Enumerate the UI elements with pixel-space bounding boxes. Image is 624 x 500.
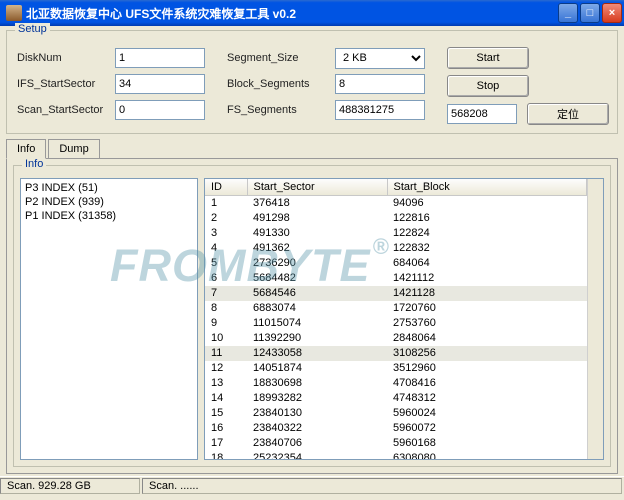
info-legend: Info (22, 158, 46, 170)
status-scan-size: Scan. 929.28 GB (0, 478, 140, 494)
table-row[interactable]: 13188306984708416 (205, 376, 587, 391)
tab-strip: Info Dump (6, 138, 618, 158)
table-row[interactable]: 10113922902848064 (205, 331, 587, 346)
table-row[interactable]: 16238403225960072 (205, 421, 587, 436)
status-scan-progress: Scan. ...... (142, 478, 622, 494)
segment-size-select[interactable]: 2 KB (335, 48, 425, 69)
block-segments-label: Block_Segments (227, 78, 327, 90)
table-row[interactable]: 9110150742753760 (205, 316, 587, 331)
start-button[interactable]: Start (447, 47, 529, 69)
block-segments-input[interactable] (335, 74, 425, 94)
scan-startsector-label: Scan_StartSector (17, 104, 107, 116)
col-start-block[interactable]: Start_Block (387, 179, 587, 196)
setup-legend: Setup (15, 23, 50, 35)
tab-info[interactable]: Info (6, 139, 46, 159)
table-row[interactable]: 12140518743512960 (205, 361, 587, 376)
scan-startsector-input[interactable] (115, 100, 205, 120)
ifs-startsector-label: IFS_StartSector (17, 78, 107, 90)
tab-dump[interactable]: Dump (48, 139, 99, 159)
table-row[interactable]: 868830741720760 (205, 301, 587, 316)
fs-segments-label: FS_Segments (227, 104, 327, 116)
list-item[interactable]: P1 INDEX (31358) (23, 209, 195, 223)
col-start-sector[interactable]: Start_Sector (247, 179, 387, 196)
table-row[interactable]: 137641894096 (205, 196, 587, 211)
table-row[interactable]: 3491330122824 (205, 226, 587, 241)
table-row[interactable]: 656844821421112 (205, 271, 587, 286)
window-title: 北亚数据恢复中心 UFS文件系统灾难恢复工具 v0.2 (26, 5, 558, 22)
segment-size-label: Segment_Size (227, 52, 327, 64)
result-grid[interactable]: ID Start_Sector Start_Block 137641894096… (204, 178, 604, 460)
col-id[interactable]: ID (205, 179, 247, 196)
info-group: Info P3 INDEX (51)P2 INDEX (939)P1 INDEX… (13, 165, 611, 467)
locate-button[interactable]: 定位 (527, 103, 609, 125)
table-row[interactable]: 18252323546308080 (205, 451, 587, 460)
disknum-input[interactable] (115, 48, 205, 68)
setup-group: Setup DiskNum IFS_StartSector Scan_Start… (6, 30, 618, 134)
maximize-button[interactable]: □ (580, 3, 600, 23)
tab-panel: Info P3 INDEX (51)P2 INDEX (939)P1 INDEX… (6, 158, 618, 474)
close-button[interactable]: × (602, 3, 622, 23)
table-row[interactable]: 17238407065960168 (205, 436, 587, 451)
status-bar: Scan. 929.28 GB Scan. ...... (0, 476, 624, 494)
locate-input[interactable] (447, 104, 517, 124)
table-row[interactable]: 11124330583108256 (205, 346, 587, 361)
ifs-startsector-input[interactable] (115, 74, 205, 94)
table-row[interactable]: 52736290684064 (205, 256, 587, 271)
table-row[interactable]: 4491362122832 (205, 241, 587, 256)
stop-button[interactable]: Stop (447, 75, 529, 97)
window-buttons: _ □ × (558, 3, 622, 23)
disknum-label: DiskNum (17, 52, 107, 64)
table-row[interactable]: 756845461421128 (205, 286, 587, 301)
index-list[interactable]: P3 INDEX (51)P2 INDEX (939)P1 INDEX (313… (20, 178, 198, 460)
minimize-button[interactable]: _ (558, 3, 578, 23)
fs-segments-input[interactable] (335, 100, 425, 120)
list-item[interactable]: P2 INDEX (939) (23, 195, 195, 209)
table-row[interactable]: 15238401305960024 (205, 406, 587, 421)
app-icon (6, 5, 22, 21)
table-row[interactable]: 14189932824748312 (205, 391, 587, 406)
list-item[interactable]: P3 INDEX (51) (23, 181, 195, 195)
title-bar: 北亚数据恢复中心 UFS文件系统灾难恢复工具 v0.2 _ □ × (0, 0, 624, 26)
grid-scrollbar[interactable] (587, 179, 603, 459)
table-row[interactable]: 2491298122816 (205, 211, 587, 226)
